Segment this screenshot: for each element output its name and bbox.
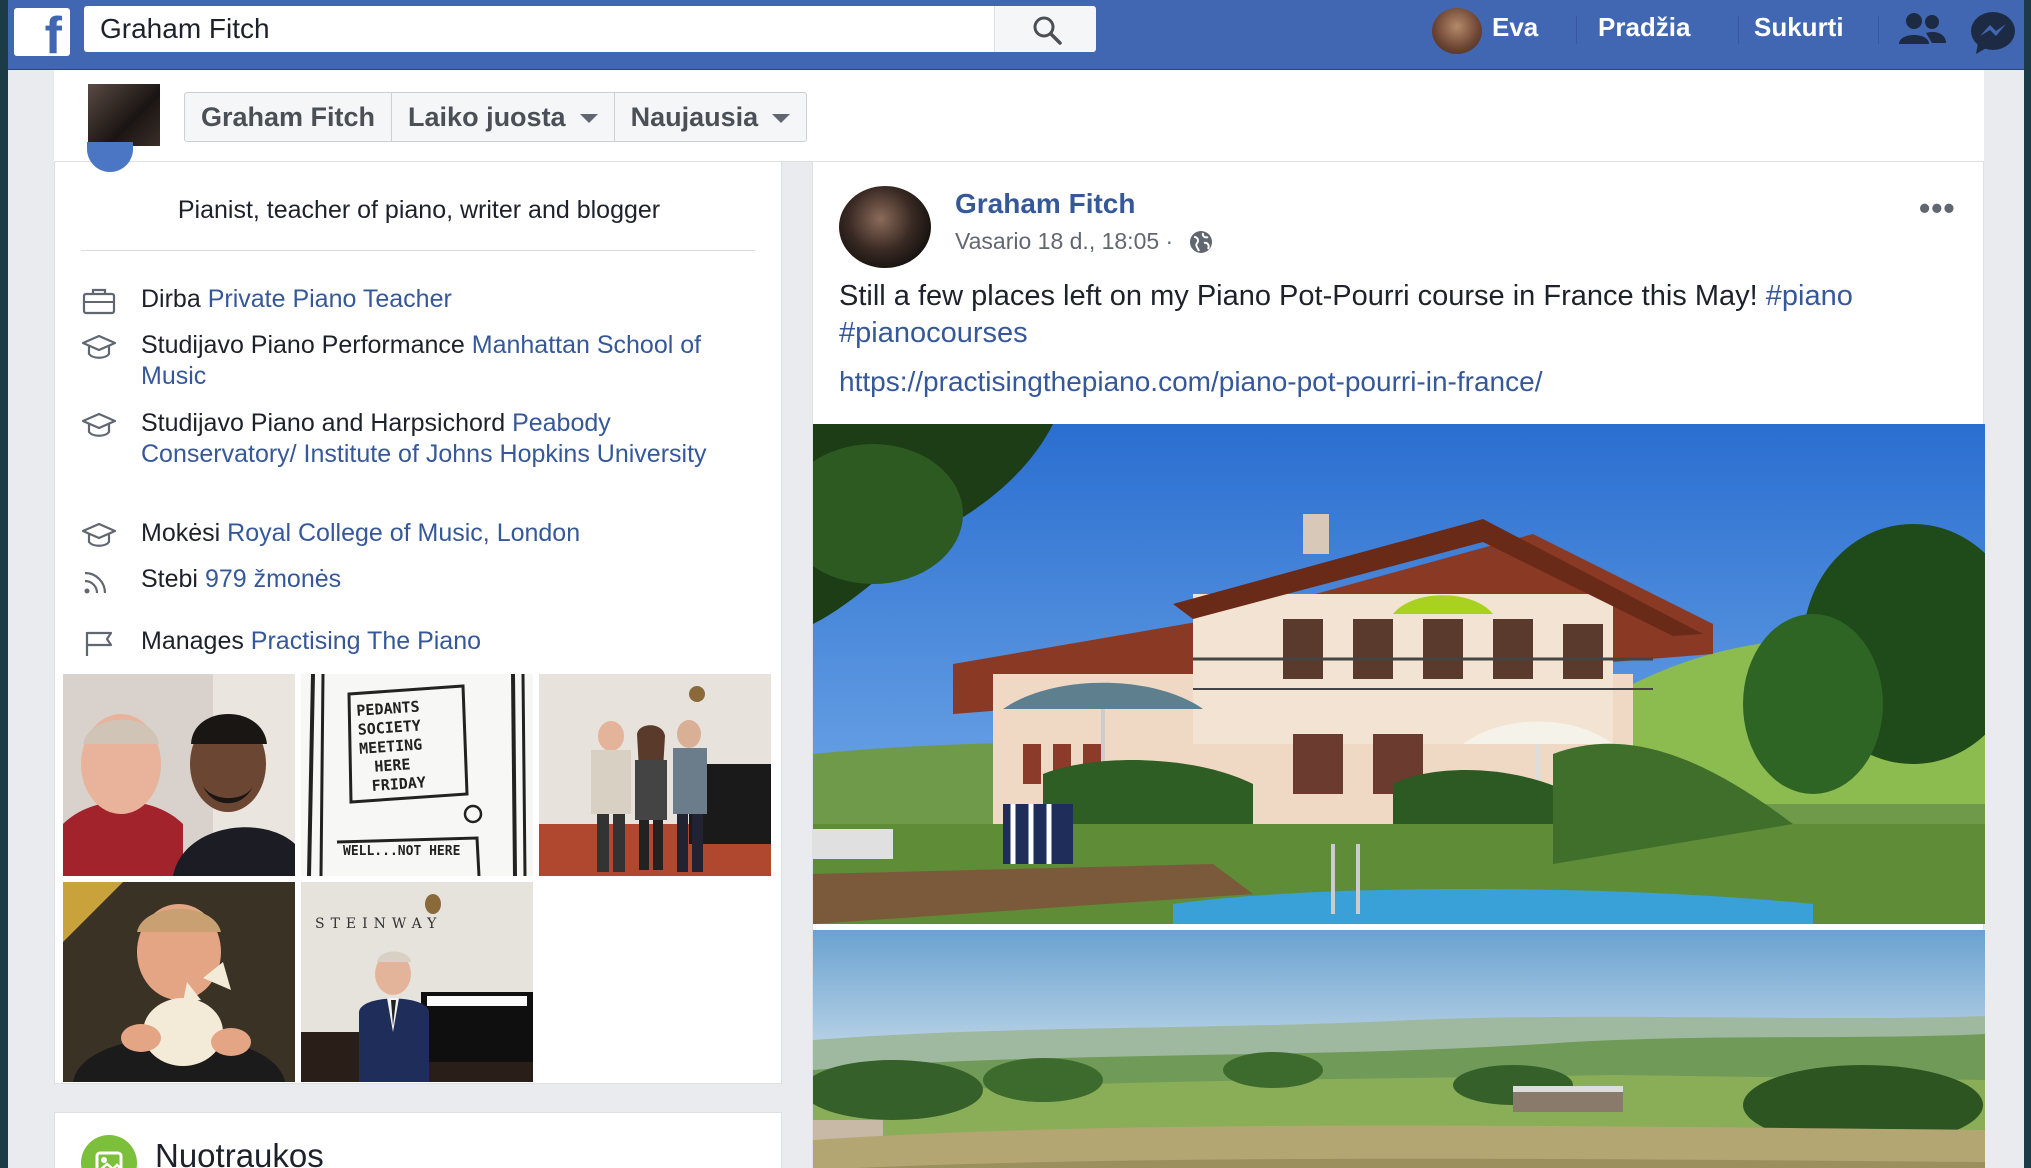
nav-home-link[interactable]: Pradžia xyxy=(1598,12,1691,42)
featured-photo[interactable] xyxy=(63,674,295,876)
friend-requests-icon[interactable] xyxy=(1896,10,1948,50)
page-link[interactable]: Practising The Piano xyxy=(251,627,481,655)
featured-photo-sketch[interactable]: PEDANTS SOCIETY MEETING HERE FRIDAY WELL… xyxy=(301,674,533,876)
nav-profile-link[interactable]: Eva xyxy=(1492,12,1538,42)
profile-bio: Pianist, teacher of piano, writer and bl… xyxy=(177,196,661,224)
profile-name-button[interactable]: Graham Fitch xyxy=(185,93,393,141)
flag-icon xyxy=(85,631,113,656)
rss-icon xyxy=(84,571,107,594)
post-options-icon[interactable]: ••• xyxy=(1919,190,1956,227)
search-button[interactable] xyxy=(994,6,1096,52)
nav-divider xyxy=(1738,16,1739,44)
intro-item-prefix: Studijavo Piano Performance xyxy=(141,331,472,359)
hashtag-link[interactable]: #piano xyxy=(1766,280,1853,312)
profile-sticky-header: Graham Fitch Laiko juosta Naujausia xyxy=(54,70,1984,162)
post-url-link[interactable]: https://practisingthepiano.com/piano-pot… xyxy=(839,366,1542,398)
messenger-icon[interactable] xyxy=(1968,10,2018,56)
nav-create-link[interactable]: Sukurti xyxy=(1754,12,1844,42)
intro-item-prefix: Stebi xyxy=(141,565,205,593)
profile-header-buttons: Graham Fitch Laiko juosta Naujausia xyxy=(184,92,808,142)
intro-globe-icon xyxy=(87,142,133,172)
nav-divider xyxy=(1576,16,1577,44)
intro-item-prefix: Dirba xyxy=(141,285,208,313)
post-author-avatar[interactable] xyxy=(839,186,931,268)
intro-item-prefix: Mokėsi xyxy=(141,519,228,547)
featured-photo[interactable] xyxy=(63,882,295,1082)
facebook-logo-icon[interactable]: f xyxy=(14,8,70,56)
hashtag-link[interactable]: #pianocourses xyxy=(839,317,1028,349)
search-input[interactable]: Graham Fitch xyxy=(84,6,1094,52)
followers-link[interactable]: 979 žmonės xyxy=(205,565,341,593)
recent-dropdown[interactable]: Naujausia xyxy=(615,93,807,141)
school-link[interactable]: Royal College of Music, London xyxy=(227,519,580,547)
post-timestamp-text[interactable]: Vasario 18 d., 18:05 · xyxy=(955,228,1173,254)
sketch-caption: WELL...NOT HERE xyxy=(343,844,461,859)
briefcase-icon xyxy=(82,288,116,315)
featured-photo[interactable] xyxy=(539,674,771,876)
intro-item-prefix: Manages xyxy=(141,627,251,655)
globe-icon xyxy=(1189,231,1212,253)
intro-item-prefix: Studijavo Piano and Harpsichord xyxy=(141,409,513,437)
timeline-dropdown[interactable]: Laiko juosta xyxy=(392,93,615,141)
profile-thumbnail[interactable] xyxy=(88,84,160,146)
post-image-landscape[interactable] xyxy=(813,930,1985,1168)
sketch-sign: PEDANTS SOCIETY MEETING HERE FRIDAY xyxy=(355,697,427,796)
photos-section-title[interactable]: Nuotraukos xyxy=(155,1137,324,1168)
photos-section-card: Nuotraukos xyxy=(54,1112,782,1168)
top-navigation-bar: f Graham Fitch Eva Pradžia Sukurti xyxy=(8,0,2024,70)
post-text: Still a few places left on my Piano Pot-… xyxy=(839,278,1959,352)
nav-divider xyxy=(1878,16,1879,44)
photos-icon xyxy=(81,1135,137,1168)
post-card: Graham Fitch Vasario 18 d., 18:05 · ••• … xyxy=(812,162,1985,1168)
intro-card: Pianist, teacher of piano, writer and bl… xyxy=(54,142,782,1084)
user-avatar[interactable] xyxy=(1432,8,1482,54)
graduation-cap-icon xyxy=(81,522,117,547)
browser-frame: f Graham Fitch Eva Pradžia Sukurti Graha… xyxy=(8,0,2024,1168)
post-image-house[interactable] xyxy=(813,424,1985,924)
search-icon xyxy=(1033,16,1062,45)
post-timestamp[interactable]: Vasario 18 d., 18:05 · xyxy=(955,228,1214,255)
graduation-cap-icon xyxy=(81,412,117,437)
chevron-down-icon xyxy=(579,114,598,124)
post-author-name[interactable]: Graham Fitch xyxy=(955,188,1135,220)
post-text-body: Still a few places left on my Piano Pot-… xyxy=(839,280,1766,312)
divider xyxy=(81,250,755,251)
featured-photo[interactable]: STEINWAY xyxy=(301,882,533,1082)
graduation-cap-icon xyxy=(81,334,117,359)
chevron-down-icon xyxy=(772,114,791,124)
work-link[interactable]: Private Piano Teacher xyxy=(208,285,452,313)
svg-text:STEINWAY: STEINWAY xyxy=(315,916,442,932)
